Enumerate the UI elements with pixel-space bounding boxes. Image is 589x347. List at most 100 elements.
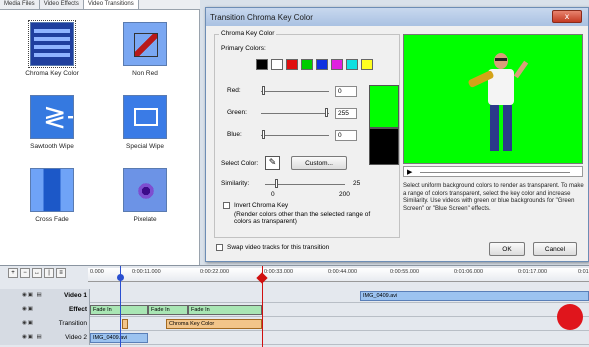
ruler-tick: 0:01:17.000 [518,269,548,275]
track-icon[interactable]: ≡ [56,268,66,278]
description-text: Select uniform background colors to rend… [403,183,584,212]
close-icon: x [564,12,570,21]
play-icon[interactable]: ▶ [407,168,412,176]
effect-label: Chroma Key Color [25,70,79,77]
effect-pixelate[interactable]: Pixelate [105,168,185,223]
zoom-out-icon[interactable]: − [20,268,30,278]
transition-clip[interactable] [122,319,128,329]
effect-clip[interactable]: Fade In [90,305,148,315]
swatch-green[interactable] [301,59,313,70]
effect-label: Sawtooth Wipe [30,143,74,150]
red-slider-thumb[interactable] [262,86,265,95]
similarity-min: 0 [271,191,275,198]
eyedropper-icon[interactable]: ✎ [265,156,280,170]
timeline-toolbar: + − ↔ | ≡ [8,268,66,278]
track-visibility-icon[interactable]: ◉▣ [22,306,34,312]
track-header: ◉▣ Transition [0,317,90,331]
fit-icon[interactable]: ↔ [32,268,42,278]
cancel-button[interactable]: Cancel [533,242,577,256]
primary-colors-label: Primary Colors: [221,45,266,52]
green-slider-track[interactable] [261,113,329,114]
video-preview [403,34,583,164]
track-header: ◉▣ ▤ Video 2 [0,331,90,345]
similarity-label: Similarity: [221,180,250,187]
swap-tracks-checkbox[interactable] [216,244,223,251]
effect-special-wipe[interactable]: Special Wipe [105,95,185,150]
chroma-key-dialog: Transition Chroma Key Color x Chroma Key… [205,7,589,262]
similarity-max: 200 [339,191,350,198]
ruler-tick: 0:00:44.000 [328,269,358,275]
invert-chroma-key-checkbox[interactable] [223,202,230,209]
swatch-magenta[interactable] [331,59,343,70]
blue-value-input[interactable]: 0 [335,130,357,141]
video-clip[interactable]: IMG_0409.avi [90,333,148,343]
ruler-tick: 0:00:22.000 [200,269,230,275]
red-slider-track[interactable] [261,91,329,92]
track-visibility-icon[interactable]: ◉▣ ▤ [22,334,43,340]
split-icon[interactable]: | [44,268,54,278]
green-slider-thumb[interactable] [325,108,328,117]
track-label: Effect [68,306,87,313]
track-visibility-icon[interactable]: ◉▣ [22,320,34,326]
red-label: Red: [227,87,241,94]
ruler-tick: 0:00:11.000 [132,269,161,275]
effect-label: Non Red [132,70,158,77]
effect-cross-fade[interactable]: Cross Fade [12,168,92,223]
playback-scrubber[interactable] [420,172,570,173]
ruler-tick: 0.000 [90,269,104,275]
group-title: Chroma Key Color [219,30,277,37]
tab-video-transitions[interactable]: Video Transitions [83,0,139,9]
invert-chroma-key-label: Invert Chroma Key [234,202,289,209]
ruler-tick: 0:00:33.000 [264,269,294,275]
track-label: Transition [58,320,87,327]
track-visibility-icon[interactable]: ◉▣ ▤ [22,292,43,298]
record-indicator-icon [557,304,583,330]
swatch-yellow[interactable] [361,59,373,70]
dialog-titlebar[interactable]: Transition Chroma Key Color x [206,8,588,26]
effect-clip[interactable]: Fade In [188,305,262,315]
swatch-cyan[interactable] [346,59,358,70]
green-value-input[interactable]: 255 [335,108,357,119]
transition-clip-chroma-key[interactable]: Chroma Key Color [166,319,262,329]
key-color-preview [369,85,399,128]
blue-label: Blue: [227,131,242,138]
tab-video-effects[interactable]: Video Effects [40,0,84,9]
panel-tabs: Media Files Video Effects Video Transiti… [0,0,200,10]
ruler-tick: 0:01:06.000 [454,269,484,275]
time-ruler[interactable]: 0.000 0:00:11.000 0:00:22.000 0:00:33.00… [88,268,589,282]
effect-non-red[interactable]: Non Red [105,22,185,77]
effect-clip[interactable]: Fade In [148,305,188,315]
blue-slider-track[interactable] [261,135,329,136]
effect-sawtooth-wipe[interactable]: ≷→ Sawtooth Wipe [12,95,92,150]
ruler-tick: 0:00:55.000 [390,269,420,275]
swap-tracks-label: Swap video tracks for this transition [227,244,330,251]
blue-slider-thumb[interactable] [262,130,265,139]
similarity-value: 25 [353,180,361,187]
track-label: Video 2 [65,334,87,341]
video-clip[interactable]: IMG_0409.avi [360,291,589,301]
close-button[interactable]: x [552,10,582,23]
effect-label: Special Wipe [126,143,164,150]
similarity-slider-thumb[interactable] [275,179,278,188]
swatch-red[interactable] [286,59,298,70]
chroma-key-group: Chroma Key Color Primary Colors: Red: 0 … [214,30,400,238]
swatch-black[interactable] [256,59,268,70]
pixelate-thumbnail [123,168,167,212]
red-value-input[interactable]: 0 [335,86,357,97]
effects-gallery: Chroma Key Color Non Red ≷→ Sawtooth Wip… [0,10,200,265]
track-video-2: ◉▣ ▤ Video 2 IMG_0409.avi [0,331,589,345]
ruler-tick: 0:01 [578,269,589,275]
playhead-start-handle[interactable] [117,274,124,281]
non-red-thumbnail [123,22,167,66]
ok-button[interactable]: OK [489,242,525,256]
chroma-key-thumbnail [28,20,76,68]
zoom-in-icon[interactable]: + [8,268,18,278]
tab-media-files[interactable]: Media Files [0,0,40,9]
swatch-white[interactable] [271,59,283,70]
playback-bar: ▶ [403,166,583,177]
custom-color-button[interactable]: Custom... [291,156,347,170]
dialog-title: Transition Chroma Key Color [210,12,313,22]
effect-chroma-key-color[interactable]: Chroma Key Color [12,20,92,77]
swatch-blue[interactable] [316,59,328,70]
select-color-label: Select Color: [221,160,259,167]
